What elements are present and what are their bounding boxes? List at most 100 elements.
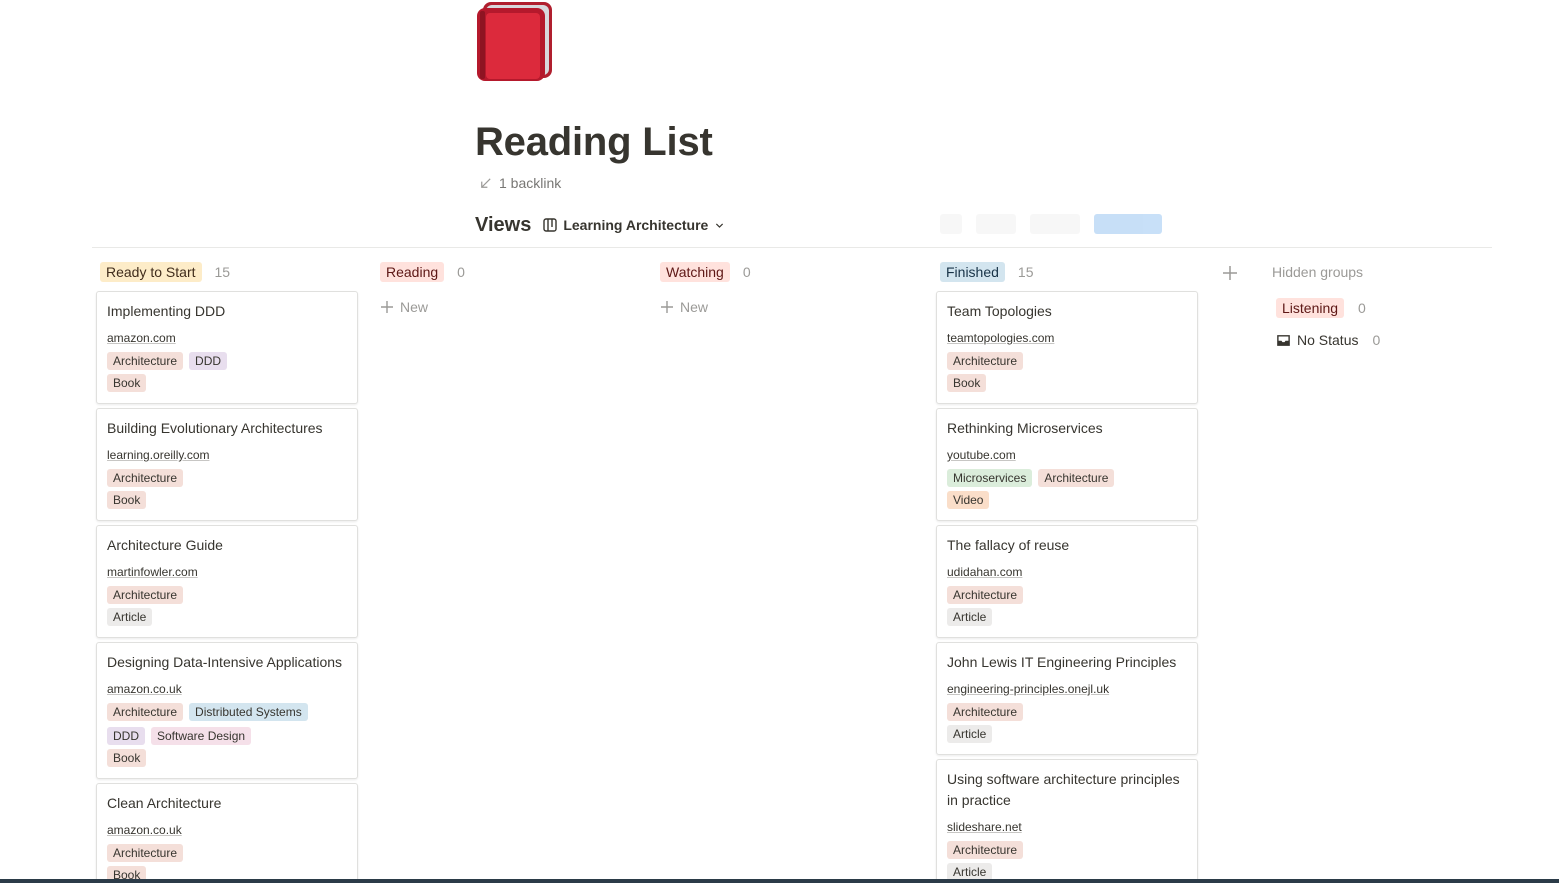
type-badge: Book — [107, 491, 147, 509]
column-count: 0 — [457, 264, 465, 280]
card-url-link[interactable]: amazon.com — [107, 330, 347, 346]
card-title: Rethinking Microservices — [947, 420, 1103, 436]
card-type-row: Book — [107, 749, 347, 767]
red-book-icon — [477, 2, 552, 81]
board-view-icon — [543, 218, 558, 232]
status-pill: Reading — [380, 262, 445, 282]
tag-badge: Architecture — [947, 841, 1024, 859]
board-card[interactable]: The fallacy of reuse udidahan.com Architec… — [936, 525, 1198, 638]
board-column-finished: Finished 15 Team Topologies teamtopologie… — [936, 262, 1198, 883]
tag-badge: Distributed Systems — [189, 703, 308, 721]
column-header[interactable]: Watching 0 — [660, 262, 918, 282]
card-title: John Lewis IT Engineering Principles — [947, 654, 1177, 670]
column-count: 15 — [1017, 264, 1034, 280]
card-title: Implementing DDD — [107, 303, 226, 319]
tag-badge: DDD — [189, 352, 228, 370]
status-pill: Ready to Start — [100, 262, 202, 282]
card-tags: Architecture — [107, 469, 347, 487]
new-card-button[interactable]: New — [660, 299, 918, 315]
card-url-link[interactable]: engineering-principles.onejl.uk — [947, 681, 1187, 697]
group-count: 0 — [1372, 332, 1381, 348]
status-pill: Listening — [1276, 298, 1345, 318]
card-title: Team Topologies — [947, 303, 1052, 319]
backlink-label: 1 backlink — [499, 175, 562, 191]
type-badge: Book — [107, 374, 147, 392]
chevron-down-icon — [716, 223, 724, 228]
status-pill: Finished — [940, 262, 1005, 282]
card-tags: Architecture DDD — [107, 352, 347, 370]
type-badge: Article — [947, 725, 993, 743]
card-url-link[interactable]: udidahan.com — [947, 564, 1187, 580]
board-card[interactable]: Designing Data-Intensive Applications ama… — [96, 642, 358, 779]
card-title: Architecture Guide — [107, 537, 223, 553]
status-pill: Watching — [660, 262, 730, 282]
card-url-link[interactable]: learning.oreilly.com — [107, 447, 347, 463]
type-badge: Video — [947, 491, 990, 509]
window-bottom-edge — [0, 879, 1559, 883]
column-header[interactable]: Ready to Start 15 — [100, 262, 358, 282]
hidden-group-listening[interactable]: Listening 0 — [1276, 297, 1472, 319]
board-column-watching: Watching 0 New — [656, 262, 918, 315]
view-selector[interactable]: Learning Architecture — [543, 217, 725, 233]
card-type-row: Article — [947, 608, 1187, 626]
page-icon-book[interactable] — [477, 2, 553, 81]
board-card[interactable]: Architecture Guide martinfowler.com Archit… — [96, 525, 358, 638]
card-type-row: Book — [107, 491, 347, 509]
backlink-link[interactable]: 1 backlink — [478, 175, 561, 191]
card-list: Implementing DDD amazon.com Architecture DD… — [96, 291, 358, 883]
board-card[interactable]: Implementing DDD amazon.com Architecture DD… — [96, 291, 358, 404]
page-title[interactable]: Reading List — [475, 120, 713, 165]
arrow-down-left-icon — [481, 177, 491, 188]
new-card-button[interactable]: New — [380, 299, 638, 315]
card-url-link[interactable]: youtube.com — [947, 447, 1187, 463]
column-header[interactable]: Finished 15 — [940, 262, 1198, 282]
card-url-link[interactable]: martinfowler.com — [107, 564, 347, 580]
card-title: Designing Data-Intensive Applications — [107, 654, 343, 670]
type-badge: Book — [947, 374, 987, 392]
tag-badge: Software Design — [151, 727, 252, 745]
board-card[interactable]: Rethinking Microservices youtube.com Micro… — [936, 408, 1198, 521]
type-badge: Article — [107, 608, 153, 626]
type-badge: Book — [107, 749, 147, 767]
card-tags: Architecture — [947, 352, 1187, 370]
views-bar: Views Learning Architecture — [475, 212, 725, 238]
card-title: Building Evolutionary Architectures — [107, 420, 323, 436]
card-tags: Architecture — [947, 841, 1187, 859]
plus-icon — [381, 301, 393, 313]
card-tags: Architecture — [107, 844, 347, 862]
view-selector-label: Learning Architecture — [563, 217, 709, 233]
card-list: Team Topologies teamtopologies.com Archite… — [936, 291, 1198, 883]
board-card[interactable]: John Lewis IT Engineering Principles engi… — [936, 642, 1198, 755]
board-card[interactable]: Team Topologies teamtopologies.com Archite… — [936, 291, 1198, 404]
card-title: Clean Architecture — [107, 795, 222, 811]
column-header[interactable]: Reading 0 — [380, 262, 638, 282]
card-url-link[interactable]: slideshare.net — [947, 819, 1187, 835]
type-badge: Article — [947, 608, 993, 626]
card-type-row: Article — [947, 725, 1187, 743]
tag-badge: Architecture — [107, 352, 184, 370]
views-title: Views — [475, 213, 532, 236]
tag-badge: Architecture — [1038, 469, 1115, 487]
board-card[interactable]: Building Evolutionary Architectures learn… — [96, 408, 358, 521]
card-tags: Architecture — [947, 703, 1187, 721]
plus-icon — [661, 301, 673, 313]
header-divider — [92, 247, 1492, 248]
card-tags: Architecture Distributed Systems DDD Softwa… — [107, 703, 347, 745]
tag-badge: DDD — [107, 727, 145, 745]
tag-badge: Architecture — [947, 586, 1024, 604]
tag-badge: Architecture — [947, 703, 1024, 721]
add-group-button[interactable] — [1222, 265, 1238, 281]
card-url-link[interactable]: teamtopologies.com — [947, 330, 1187, 346]
board-card[interactable]: Clean Architecture amazon.co.uk Architectu… — [96, 783, 358, 883]
hidden-groups-title: Hidden groups — [1272, 264, 1364, 280]
card-tags: Architecture — [947, 586, 1187, 604]
new-card-label: New — [400, 299, 429, 315]
card-url-link[interactable]: amazon.co.uk — [107, 681, 347, 697]
card-type-row: Book — [107, 374, 347, 392]
card-type-row: Book — [947, 374, 1187, 392]
card-url-link[interactable]: amazon.co.uk — [107, 822, 347, 838]
hidden-group-no-status[interactable]: No Status 0 — [1276, 329, 1472, 351]
card-tags: Microservices Architecture — [947, 469, 1187, 487]
card-title: The fallacy of reuse — [947, 537, 1070, 553]
board-card[interactable]: Using software architecture principles i… — [936, 759, 1198, 883]
